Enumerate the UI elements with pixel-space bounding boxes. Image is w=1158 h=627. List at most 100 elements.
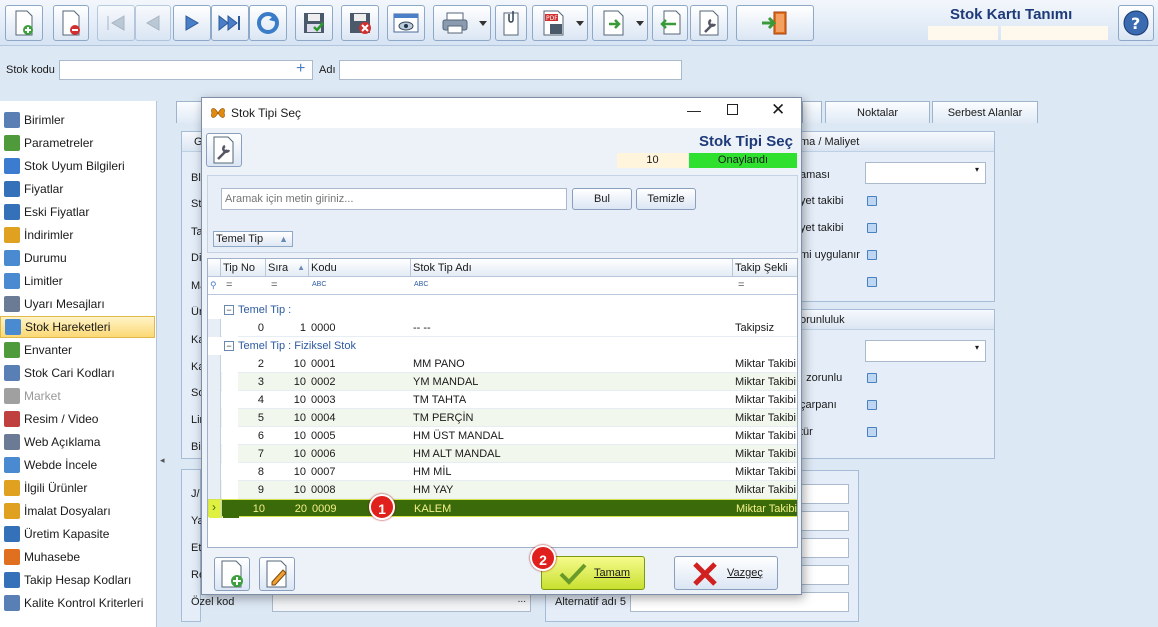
collapse-group-icon[interactable]: − bbox=[224, 341, 234, 351]
settings-button[interactable] bbox=[690, 5, 728, 41]
checkbox-icon[interactable] bbox=[867, 196, 877, 206]
attachment-button[interactable] bbox=[495, 5, 527, 41]
next-record-button[interactable] bbox=[173, 5, 211, 41]
collapse-group-icon[interactable]: − bbox=[224, 305, 234, 315]
ozel-kod-lookup-button[interactable]: ... bbox=[518, 594, 526, 605]
sidebar-item[interactable]: Üretim Kapasite bbox=[0, 523, 155, 545]
sidebar-item[interactable]: Durumu bbox=[0, 247, 155, 269]
checkbox-icon[interactable] bbox=[867, 223, 877, 233]
checkbox-icon[interactable] bbox=[867, 373, 877, 383]
zorunluluk-select[interactable]: ▾ bbox=[865, 340, 986, 362]
maximize-button[interactable] bbox=[727, 104, 738, 115]
cell-sira: 10 bbox=[293, 448, 306, 460]
table-row[interactable]: 0 1 0000 -- -- Takipsiz bbox=[208, 319, 797, 337]
checkbox-icon[interactable] bbox=[867, 427, 877, 437]
sidebar-item[interactable]: Kalite Kontrol Kriterleri bbox=[0, 592, 155, 614]
table-row[interactable]: 5 10 0004 TM PERÇİN Miktar Takibi bbox=[208, 409, 797, 427]
filter-eq-icon[interactable]: = bbox=[226, 279, 232, 291]
new-record-button[interactable] bbox=[5, 5, 43, 41]
cell-sira: 10 bbox=[293, 430, 306, 442]
first-record-button[interactable] bbox=[97, 5, 135, 41]
group-row[interactable]: − Temel Tip : Fiziksel Stok bbox=[208, 337, 797, 355]
stok-kodu-input[interactable] bbox=[59, 60, 313, 80]
filter-eq-icon[interactable]: = bbox=[271, 279, 277, 291]
table-row[interactable]: 7 10 0006 HM ALT MANDAL Miktar Takibi bbox=[208, 445, 797, 463]
dialog-search-input[interactable] bbox=[221, 188, 567, 210]
checkbox-icon[interactable] bbox=[867, 250, 877, 260]
sidebar-item[interactable]: Eski Fiyatlar bbox=[0, 201, 155, 223]
sidebar-item[interactable]: Birimler bbox=[0, 109, 155, 131]
tamam-label: Tamam bbox=[594, 567, 631, 579]
group-by-chip[interactable]: Temel Tip ▲ bbox=[213, 231, 293, 247]
col-sira[interactable]: Sıra ▲ bbox=[266, 259, 309, 277]
sidebar-item[interactable]: İndirimler bbox=[0, 224, 155, 246]
ozel-kod-input[interactable]: ... bbox=[272, 592, 531, 612]
edit-stok-tipi-button[interactable] bbox=[259, 557, 295, 591]
sidebar-item[interactable]: İmalat Dosyaları bbox=[0, 500, 155, 522]
table-row[interactable]: 8 10 0007 HM MİL Miktar Takibi bbox=[208, 463, 797, 481]
sidebar-item[interactable]: Stok Uyum Bilgileri bbox=[0, 155, 155, 177]
tab-serbest-alanlar[interactable]: Serbest Alanlar bbox=[932, 101, 1038, 123]
col-tip-no[interactable]: Tip No bbox=[221, 259, 266, 277]
exit-button[interactable] bbox=[736, 5, 814, 41]
save-close-button[interactable] bbox=[341, 5, 379, 41]
table-row[interactable]: › 10 20 0009 KALEM Miktar Takibi bbox=[208, 499, 797, 518]
sidebar-item[interactable]: Web Açıklama bbox=[0, 431, 155, 453]
sidebar-item[interactable]: Webde İncele bbox=[0, 454, 155, 476]
sidebar-item[interactable]: Muhasebe bbox=[0, 546, 155, 568]
dialog-settings-button[interactable] bbox=[206, 133, 242, 167]
sidebar-item-icon bbox=[4, 342, 20, 358]
clear-button[interactable]: Temizle bbox=[636, 188, 696, 210]
group-row[interactable]: − Temel Tip : bbox=[208, 301, 797, 319]
filter-text-icon[interactable]: ABC bbox=[312, 281, 326, 288]
pdf-export-button[interactable]: PDF bbox=[532, 5, 588, 41]
delete-record-button[interactable] bbox=[53, 5, 89, 41]
save-button[interactable] bbox=[295, 5, 333, 41]
sidebar-item[interactable]: Resim / Video bbox=[0, 408, 155, 430]
tab-noktalar[interactable]: Noktalar bbox=[825, 101, 930, 123]
table-row[interactable]: 3 10 0002 YM MANDAL Miktar Takibi bbox=[208, 373, 797, 391]
tab-genel[interactable] bbox=[176, 101, 202, 123]
col-takip-sekli[interactable]: Takip Şekli bbox=[733, 259, 797, 277]
sidebar-item[interactable]: Limitler bbox=[0, 270, 155, 292]
col-stok-tip-adi[interactable]: Stok Tip Adı bbox=[411, 259, 733, 277]
plus-icon[interactable]: + bbox=[296, 60, 305, 78]
sidebar-item[interactable]: Fiyatlar bbox=[0, 178, 155, 200]
find-button[interactable]: Bul bbox=[572, 188, 632, 210]
filter-text-icon[interactable]: ABC bbox=[414, 281, 428, 288]
close-button[interactable]: ✕ bbox=[771, 100, 785, 120]
adi-input[interactable] bbox=[339, 60, 682, 80]
print-button[interactable] bbox=[433, 5, 491, 41]
alternatif-adi-5-input[interactable] bbox=[630, 592, 849, 612]
sidebar-item[interactable]: Stok Cari Kodları bbox=[0, 362, 155, 384]
minimize-button[interactable]: — bbox=[687, 102, 701, 118]
sidebar-item[interactable]: Uyarı Mesajları bbox=[0, 293, 155, 315]
import-button[interactable] bbox=[652, 5, 688, 41]
checkbox-icon[interactable] bbox=[867, 400, 877, 410]
table-row[interactable]: 9 10 0008 HM YAY Miktar Takibi bbox=[208, 481, 797, 499]
sidebar-item[interactable]: Takip Hesap Kodları bbox=[0, 569, 155, 591]
maliyet-select[interactable]: ▾ bbox=[865, 162, 986, 184]
sidebar-item[interactable]: Parametreler bbox=[0, 132, 155, 154]
filter-eq-icon[interactable]: = bbox=[738, 279, 744, 291]
sidebar-item[interactable]: İlgili Ürünler bbox=[0, 477, 155, 499]
add-stok-tipi-button[interactable] bbox=[214, 557, 250, 591]
sidebar-item[interactable]: Market bbox=[0, 385, 155, 407]
table-row[interactable]: 4 10 0003 TM TAHTA Miktar Takibi bbox=[208, 391, 797, 409]
tab-hidden[interactable] bbox=[802, 101, 822, 123]
tamam-button[interactable]: Tamam bbox=[541, 556, 645, 590]
table-row[interactable]: 6 10 0005 HM ÜST MANDAL Miktar Takibi bbox=[208, 427, 797, 445]
sidebar-item[interactable]: Stok Hareketleri bbox=[0, 316, 155, 338]
refresh-button[interactable] bbox=[249, 5, 287, 41]
last-record-button[interactable] bbox=[211, 5, 249, 41]
table-row[interactable]: 2 10 0001 MM PANO Miktar Takibi bbox=[208, 355, 797, 373]
col-kodu[interactable]: Kodu bbox=[309, 259, 411, 277]
help-button[interactable]: ? bbox=[1118, 5, 1154, 41]
checkbox-icon[interactable] bbox=[867, 277, 877, 287]
preview-button[interactable] bbox=[387, 5, 425, 41]
sidebar-item[interactable]: Envanter bbox=[0, 339, 155, 361]
collapse-sidebar-icon[interactable]: ◂ bbox=[160, 455, 165, 466]
export-button[interactable] bbox=[592, 5, 648, 41]
vazgec-button[interactable]: Vazgeç bbox=[674, 556, 778, 590]
previous-record-button[interactable] bbox=[135, 5, 171, 41]
